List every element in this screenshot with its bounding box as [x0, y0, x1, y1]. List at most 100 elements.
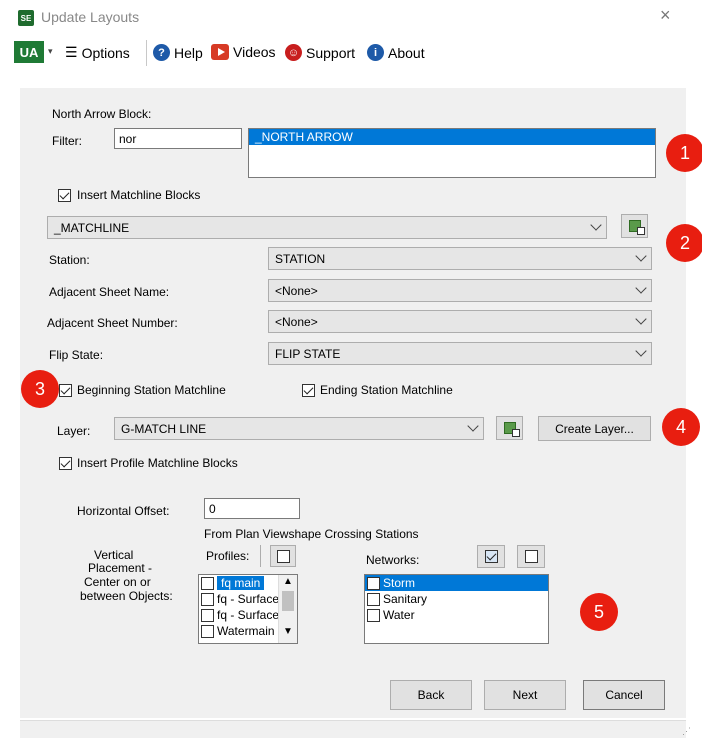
station-select[interactable]: STATION [268, 247, 652, 270]
info-icon: i [367, 44, 384, 61]
adjacent-sheet-number-select[interactable]: <None> [268, 310, 652, 333]
ending-station-checkbox[interactable]: Ending Station Matchline [302, 383, 453, 397]
flip-state-value: FLIP STATE [275, 347, 341, 361]
logo-dropdown-icon[interactable]: ▾ [48, 46, 53, 57]
checkbox-box[interactable] [201, 624, 214, 638]
adjacent-sheet-number-value: <None> [275, 315, 318, 329]
pick-layer-button[interactable] [496, 416, 523, 440]
profiles-divider [260, 545, 261, 567]
profiles-toggle-all-button[interactable] [270, 545, 296, 567]
matchline-block-select[interactable]: _MATCHLINE [47, 216, 607, 239]
checkbox-box[interactable] [302, 383, 315, 397]
networks-list[interactable]: Storm Sanitary Water [364, 574, 549, 644]
chevron-down-icon [635, 282, 647, 294]
networks-check-all-button[interactable] [477, 545, 505, 568]
list-item[interactable]: Sanitary [365, 591, 548, 607]
adjacent-sheet-name-select[interactable]: <None> [268, 279, 652, 302]
networks-uncheck-all-button[interactable] [517, 545, 545, 568]
profiles-label: Profiles: [206, 549, 250, 563]
list-icon: ☰ [65, 44, 78, 60]
beginning-station-label: Beginning Station Matchline [77, 383, 226, 397]
beginning-station-checkbox[interactable]: Beginning Station Matchline [59, 383, 226, 397]
checkbox-box[interactable] [524, 550, 538, 563]
list-item-label: Watermain [217, 624, 275, 638]
help-icon: ? [153, 44, 170, 61]
chevron-down-icon [467, 420, 479, 432]
list-item[interactable]: Storm [365, 575, 548, 591]
back-button[interactable]: Back [390, 680, 472, 710]
status-bar [20, 720, 686, 738]
matchline-block-value: _MATCHLINE [54, 221, 130, 235]
flip-state-select[interactable]: FLIP STATE [268, 342, 652, 365]
checkbox-box[interactable] [276, 549, 290, 563]
chevron-up-icon[interactable]: ▲ [279, 575, 297, 589]
callout-badge: 5 [580, 593, 618, 631]
station-value: STATION [275, 252, 326, 266]
toolbar-separator [146, 40, 147, 66]
checkbox-box[interactable] [59, 383, 72, 397]
video-icon [211, 44, 229, 60]
horizontal-offset-label: Horizontal Offset: [77, 504, 170, 518]
insert-matchline-checkbox[interactable]: Insert Matchline Blocks [58, 188, 200, 202]
list-item-label: fq main [217, 576, 265, 590]
list-item-label: fq - Surface [217, 592, 280, 606]
checkbox-box[interactable] [367, 592, 380, 606]
checkbox-box[interactable] [484, 550, 498, 563]
ua-logo[interactable]: UA [14, 41, 44, 63]
adjacent-sheet-name-value: <None> [275, 284, 318, 298]
north-arrow-list[interactable]: _NORTH ARROW [248, 128, 656, 178]
adjacent-sheet-name-label: Adjacent Sheet Name: [49, 285, 170, 299]
pick-icon [628, 220, 645, 235]
checkbox-box[interactable] [201, 608, 214, 622]
close-icon[interactable]: × [660, 5, 671, 26]
list-item[interactable]: Water [365, 607, 548, 623]
layer-label: Layer: [57, 424, 91, 438]
app-icon: SE [18, 10, 34, 26]
callout-badge: 3 [21, 370, 59, 408]
layer-select[interactable]: G-MATCH LINE [114, 417, 484, 440]
checkbox-box[interactable] [201, 576, 214, 590]
callout-badge: 2 [666, 224, 702, 262]
support-button[interactable]: ☺ Support [285, 44, 355, 61]
chevron-down-icon [590, 219, 602, 231]
list-item-label: fq - Surface [217, 608, 280, 622]
videos-button[interactable]: Videos [211, 44, 276, 60]
window-title: Update Layouts [41, 9, 140, 25]
filter-input[interactable]: nor [114, 128, 242, 149]
checkbox-box[interactable] [367, 576, 380, 590]
crossing-stations-label: From Plan Viewshape Crossing Stations [204, 527, 419, 541]
checkbox-box[interactable] [201, 592, 214, 606]
pick-icon [503, 422, 520, 437]
list-item-label: Sanitary [383, 592, 428, 606]
about-button[interactable]: i About [367, 44, 425, 61]
options-button[interactable]: ☰ Options [65, 44, 130, 61]
ending-station-label: Ending Station Matchline [320, 383, 453, 397]
help-label: Help [174, 44, 203, 61]
resize-grip-icon[interactable]: ⋰ [682, 726, 691, 737]
checkbox-box[interactable] [59, 456, 72, 470]
help-button[interactable]: ? Help [153, 44, 203, 61]
vertical-placement-label-2: Placement - [88, 561, 153, 575]
insert-profile-label: Insert Profile Matchline Blocks [77, 456, 238, 470]
vertical-placement-label-4: between Objects: [80, 589, 173, 603]
layer-value: G-MATCH LINE [121, 422, 207, 436]
next-button[interactable]: Next [484, 680, 566, 710]
list-item-label: Storm [383, 576, 416, 590]
pick-block-button[interactable] [621, 214, 648, 238]
cancel-button[interactable]: Cancel [583, 680, 665, 710]
checkbox-box[interactable] [58, 188, 71, 202]
list-item[interactable]: _NORTH ARROW [249, 129, 655, 145]
scrollbar-thumb[interactable] [282, 591, 294, 611]
filter-label: Filter: [52, 134, 82, 148]
about-label: About [388, 44, 425, 61]
adjacent-sheet-number-label: Adjacent Sheet Number: [47, 316, 178, 330]
callout-badge: 1 [666, 134, 702, 172]
list-item-label: Water [383, 608, 415, 622]
profiles-scrollbar[interactable]: ▲ ▼ [278, 575, 297, 643]
horizontal-offset-input[interactable]: 0 [204, 498, 300, 519]
chevron-down-icon[interactable]: ▼ [279, 625, 297, 639]
checkbox-box[interactable] [367, 608, 380, 622]
create-layer-button[interactable]: Create Layer... [538, 416, 651, 441]
insert-profile-checkbox[interactable]: Insert Profile Matchline Blocks [59, 456, 238, 470]
support-icon: ☺ [285, 44, 302, 61]
